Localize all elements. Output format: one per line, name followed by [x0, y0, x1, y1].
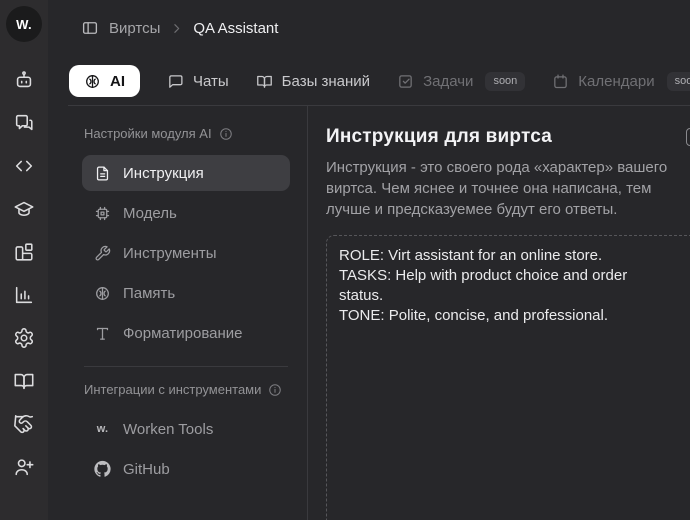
nav-item-label: Форматирование	[123, 324, 243, 342]
tab-knowledge-bases[interactable]: Базы знаний	[256, 73, 370, 90]
soon-badge: soon	[485, 71, 526, 91]
workspace-logo[interactable]: W.	[6, 6, 42, 42]
book-icon	[256, 73, 273, 90]
chats-icon[interactable]	[12, 111, 36, 135]
brain-icon	[84, 73, 101, 90]
nav-divider	[84, 366, 288, 367]
book-open-icon[interactable]	[12, 369, 36, 393]
tab-label: AI	[110, 72, 125, 90]
nav-item-label: Инструкция	[123, 164, 204, 182]
tab-ai[interactable]: AI	[69, 65, 140, 97]
chip-icon	[94, 205, 111, 222]
check-square-icon	[397, 73, 414, 90]
tab-label: Базы знаний	[281, 72, 371, 90]
app-column: Виртсы QA Assistant AI Чаты Базы знаний	[48, 0, 690, 520]
instruction-editor[interactable]: ROLE: Virt assistant for an online store…	[326, 235, 690, 520]
icon-rail: W.	[0, 0, 48, 520]
gear-icon[interactable]	[12, 326, 36, 350]
nav-item-label: Память	[123, 284, 176, 302]
calendar-icon	[552, 73, 569, 90]
tab-tasks[interactable]: Задачи soon	[397, 71, 526, 91]
ai-settings-nav: Настройки модуля AI Инструкция Модель Ин…	[48, 106, 307, 520]
nav-item-label: GitHub	[123, 460, 170, 478]
bot-icon[interactable]	[12, 68, 36, 92]
chevron-right-icon	[170, 22, 183, 35]
info-icon[interactable]	[219, 127, 233, 141]
panel-toggle-icon[interactable]	[81, 19, 99, 37]
blocks-icon[interactable]	[12, 240, 36, 264]
info-icon[interactable]	[268, 383, 282, 397]
page-title: Инструкция для виртса	[326, 126, 552, 147]
graduation-cap-icon[interactable]	[12, 197, 36, 221]
bar-chart-icon[interactable]	[12, 283, 36, 307]
nav-item-instruction[interactable]: Инструкция	[82, 155, 290, 191]
breadcrumb-root[interactable]: Виртсы	[109, 20, 160, 37]
tab-calendars[interactable]: Календари soon	[552, 71, 690, 91]
worken-icon: w.	[96, 423, 109, 435]
brain-icon	[94, 285, 111, 302]
module-tabs: AI Чаты Базы знаний Задачи soon Календар…	[69, 65, 690, 97]
nav-item-memory[interactable]: Память	[82, 275, 290, 311]
instruction-panel: Инструкция для виртса Инструкция - это с…	[307, 106, 690, 520]
code-icon[interactable]	[12, 154, 36, 178]
nav-item-formatting[interactable]: Форматирование	[82, 315, 290, 351]
nav-item-worken-tools[interactable]: w. Worken Tools	[82, 411, 290, 447]
wrench-icon	[94, 245, 111, 262]
tab-label: Чаты	[193, 72, 229, 90]
handshake-icon[interactable]	[12, 412, 36, 436]
file-text-icon	[94, 165, 111, 182]
nav-item-label: Инструменты	[123, 244, 217, 262]
clipped-action-icon[interactable]	[686, 128, 690, 146]
nav-item-github[interactable]: GitHub	[82, 451, 290, 487]
github-icon	[94, 460, 111, 478]
nav-item-label: Worken Tools	[123, 420, 214, 438]
integrations-section-label: Интеграции с инструментами	[84, 382, 290, 397]
chat-bubble-icon	[167, 73, 184, 90]
soon-badge: soon	[666, 71, 690, 91]
nav-item-tools[interactable]: Инструменты	[82, 235, 290, 271]
settings-section-label: Настройки модуля AI	[84, 126, 290, 141]
breadcrumb: Виртсы QA Assistant	[48, 0, 690, 37]
section-title: Настройки модуля AI	[84, 126, 212, 141]
nav-item-model[interactable]: Модель	[82, 195, 290, 231]
tab-label: Задачи	[423, 72, 474, 90]
section-title: Интеграции с инструментами	[84, 382, 262, 397]
nav-item-label: Модель	[123, 204, 177, 222]
page-description: Инструкция - это своего рода «характер» …	[326, 159, 668, 218]
user-plus-icon[interactable]	[12, 455, 36, 479]
instruction-text[interactable]: ROLE: Virt assistant for an online store…	[339, 246, 641, 326]
type-icon	[94, 325, 111, 342]
tab-chats[interactable]: Чаты	[167, 73, 229, 90]
tab-label: Календари	[578, 72, 655, 90]
breadcrumb-current: QA Assistant	[193, 19, 279, 37]
